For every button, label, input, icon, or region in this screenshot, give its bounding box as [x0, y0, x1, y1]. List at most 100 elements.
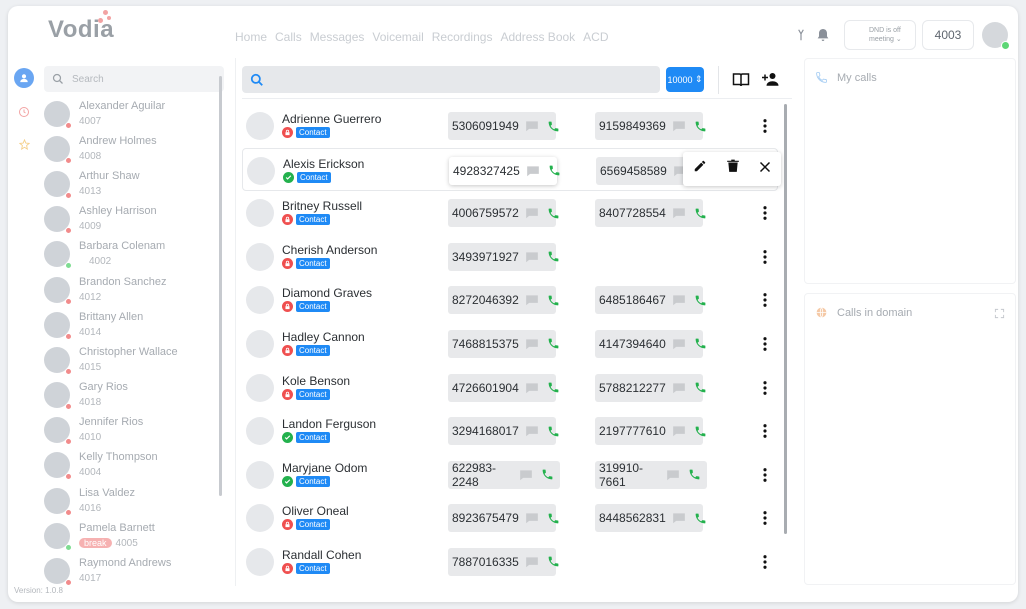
- phone-number-chip[interactable]: 6485186467: [595, 286, 706, 315]
- contact-row[interactable]: Kole Benson Contact 4726601904 578821227…: [242, 366, 778, 410]
- contact-row[interactable]: Landon Ferguson Contact 3294168017 21977…: [242, 409, 778, 453]
- fullscreen-icon[interactable]: [994, 306, 1005, 324]
- phone-number-chip[interactable]: 4726601904: [448, 373, 559, 402]
- sidebar-user[interactable]: Andrew Holmes 4008: [44, 131, 224, 166]
- phone-icon[interactable]: [547, 381, 560, 394]
- phone-number-chip[interactable]: 2197777610: [595, 417, 706, 446]
- chat-icon[interactable]: [526, 165, 540, 177]
- contact-row[interactable]: Cherish Anderson Contact 3493971927: [242, 235, 778, 279]
- merge-icon[interactable]: [794, 28, 808, 42]
- chat-icon[interactable]: [672, 425, 686, 437]
- phone-icon[interactable]: [688, 468, 701, 481]
- phone-number-chip[interactable]: 4147394640: [595, 329, 706, 358]
- phone-number-chip[interactable]: 319910-7661: [595, 460, 707, 489]
- extension-box[interactable]: 4003: [922, 20, 974, 50]
- vodia-logo[interactable]: Vodia: [48, 10, 114, 44]
- chat-icon[interactable]: [525, 512, 539, 524]
- nav-messages[interactable]: Messages: [310, 30, 365, 44]
- contacts-scrollbar[interactable]: [784, 104, 787, 534]
- sidebar-user[interactable]: Brandon Sanchez 4012: [44, 272, 224, 307]
- phone-number-chip[interactable]: 7887016335: [448, 547, 559, 576]
- phone-number-chip[interactable]: 3493971927: [448, 242, 559, 271]
- phone-icon[interactable]: [547, 337, 560, 350]
- phone-icon[interactable]: [694, 294, 707, 307]
- sidebar-user[interactable]: Christopher Wallace 4015: [44, 342, 224, 377]
- chat-icon[interactable]: [525, 338, 539, 350]
- more-vertical-icon[interactable]: [758, 249, 772, 266]
- chat-icon[interactable]: [525, 294, 539, 306]
- phone-icon[interactable]: [547, 555, 560, 568]
- more-vertical-icon[interactable]: [758, 511, 772, 527]
- chat-icon[interactable]: [672, 338, 686, 350]
- sidebar-scrollbar[interactable]: [219, 76, 222, 496]
- address-book-dropdown[interactable]: 10000 ⇕: [666, 67, 704, 92]
- nav-voicemail[interactable]: Voicemail: [372, 30, 423, 44]
- phone-number-chip[interactable]: 8923675479: [448, 504, 559, 533]
- chat-icon[interactable]: [525, 425, 539, 437]
- sidebar-user[interactable]: Pamela Barnett break 4005: [44, 518, 224, 553]
- nav-recordings[interactable]: Recordings: [432, 30, 493, 44]
- nav-home[interactable]: Home: [235, 30, 267, 44]
- more-vertical-icon[interactable]: [758, 467, 772, 484]
- chat-icon[interactable]: [525, 556, 539, 568]
- chat-icon[interactable]: [525, 120, 539, 132]
- phone-icon[interactable]: [547, 250, 560, 263]
- more-vertical-icon[interactable]: [758, 555, 772, 571]
- chat-icon[interactable]: [672, 207, 686, 219]
- phone-number-chip[interactable]: 8272046392: [448, 286, 559, 315]
- chat-icon[interactable]: [525, 251, 539, 263]
- star-icon[interactable]: [14, 134, 34, 154]
- contact-row[interactable]: Alexis Erickson Contact 4928327425 65694…: [242, 147, 781, 192]
- contact-row[interactable]: Oliver Oneal Contact 8923675479 84485628…: [242, 496, 778, 540]
- phone-number-chip[interactable]: 3294168017: [448, 417, 559, 446]
- phone-number-chip[interactable]: 622983-2248: [448, 460, 560, 489]
- more-vertical-icon[interactable]: [758, 206, 772, 222]
- phone-icon[interactable]: [694, 512, 707, 525]
- phone-icon[interactable]: [694, 381, 707, 394]
- sidebar-user[interactable]: Arthur Shaw 4013: [44, 166, 224, 201]
- sidebar-user[interactable]: Alexander Aguilar 4007: [44, 96, 224, 131]
- phone-number-chip[interactable]: 5788212277: [595, 373, 706, 402]
- chat-icon[interactable]: [672, 512, 686, 524]
- contact-row[interactable]: Maryjane Odom Contact 622983-2248 319910…: [242, 453, 778, 497]
- chat-icon[interactable]: [519, 469, 533, 481]
- phone-icon[interactable]: [548, 164, 561, 177]
- phone-number-chip[interactable]: 4928327425: [449, 156, 560, 185]
- contact-row[interactable]: Adrienne Guerrero Contact 5306091949 915…: [242, 104, 778, 148]
- sidebar-user[interactable]: Brittany Allen 4014: [44, 307, 224, 342]
- phone-icon[interactable]: [547, 512, 560, 525]
- phone-number-chip[interactable]: 9159849369: [595, 112, 706, 140]
- contacts-search-input[interactable]: [242, 66, 660, 93]
- book-icon[interactable]: [732, 72, 750, 93]
- contact-row[interactable]: Diamond Graves Contact 8272046392 648518…: [242, 278, 778, 322]
- phone-icon[interactable]: [547, 120, 560, 133]
- sidebar-user[interactable]: Kelly Thompson 4004: [44, 448, 224, 483]
- chat-icon[interactable]: [672, 382, 686, 394]
- phone-icon[interactable]: [547, 207, 560, 220]
- sidebar-user[interactable]: Lisa Valdez 4016: [44, 483, 224, 518]
- contact-row[interactable]: Britney Russell Contact 4006759572 84077…: [242, 191, 778, 235]
- chat-icon[interactable]: [525, 382, 539, 394]
- add-contact-icon[interactable]: [762, 71, 780, 92]
- more-vertical-icon[interactable]: [758, 337, 772, 353]
- phone-icon[interactable]: [541, 468, 554, 481]
- more-vertical-icon[interactable]: [758, 293, 772, 309]
- dnd-toggle[interactable]: DND is off meeting ⌄: [817, 20, 916, 50]
- more-vertical-icon[interactable]: [758, 380, 772, 397]
- contact-row[interactable]: Randall Cohen Contact 7887016335: [242, 540, 778, 584]
- phone-icon[interactable]: [547, 294, 560, 307]
- chat-icon[interactable]: [672, 294, 686, 306]
- chat-icon[interactable]: [672, 120, 686, 132]
- phone-icon[interactable]: [547, 425, 560, 438]
- nav-address-book[interactable]: Address Book: [500, 30, 575, 44]
- more-vertical-icon[interactable]: [758, 424, 772, 440]
- close-icon[interactable]: [759, 160, 771, 178]
- nav-acd[interactable]: ACD: [583, 30, 608, 44]
- user-icon[interactable]: [14, 68, 34, 88]
- sidebar-user[interactable]: Gary Rios 4018: [44, 378, 224, 413]
- phone-number-chip[interactable]: 7468815375: [448, 329, 559, 358]
- chat-icon[interactable]: [666, 469, 680, 481]
- clock-icon[interactable]: [14, 102, 34, 122]
- phone-number-chip[interactable]: 5306091949: [448, 112, 559, 140]
- phone-icon[interactable]: [694, 425, 707, 438]
